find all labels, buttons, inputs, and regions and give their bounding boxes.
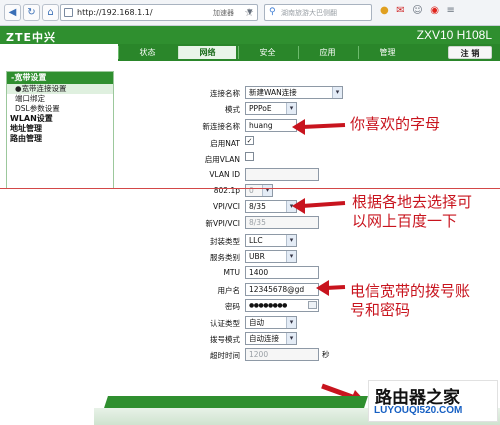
label-enable-nat: 启用NAT (210, 139, 240, 148)
vlan-id-input[interactable] (245, 168, 319, 181)
encapsulation-select[interactable]: LLC ▾ (245, 234, 297, 247)
dial-mode-select[interactable]: 自动连接 ▾ (245, 332, 297, 345)
weibo-icon[interactable]: ◉ (430, 5, 439, 16)
watermark-url: LUYOUQI520.COM (374, 405, 463, 416)
annotation-note-account-line2: 号和密码 (350, 301, 411, 319)
label-connection-name: 连接名称 (210, 89, 240, 98)
annotation-divider-line (0, 188, 500, 189)
dropdown-icon[interactable]: ▾ (247, 5, 253, 19)
timeout-unit: 秒 (322, 350, 330, 359)
username-input[interactable]: 12345678@gd (245, 283, 319, 296)
new-connection-name-input[interactable]: huang (245, 119, 297, 132)
enable-nat-checkbox[interactable]: ✓ (245, 136, 254, 145)
tab-management[interactable]: 管理 (358, 46, 416, 59)
page-icon (64, 8, 73, 17)
label-auth-type: 认证类型 (210, 319, 240, 328)
address-bar[interactable]: http://192.168.1.1/ 加速器 ☆ (60, 4, 258, 21)
label-new-connection-name: 新连接名称 (202, 122, 241, 131)
vpi-vci-select[interactable]: 8/35 ▾ (245, 200, 297, 213)
sidebar-item-dsl-params[interactable]: DSL参数设置 (7, 104, 113, 114)
back-icon[interactable]: ◀ (4, 4, 21, 21)
chevron-down-icon: ▾ (286, 235, 296, 246)
chevron-down-icon: ▾ (286, 103, 296, 114)
chevron-down-icon: ▾ (286, 333, 296, 344)
menu-icon[interactable]: ≡ (446, 5, 454, 16)
tab-application[interactable]: 应用 (298, 46, 356, 59)
sidebar-item-broadband-connection[interactable]: ●宽带连接设置 (7, 84, 113, 94)
router-header: ZTE中兴 ZXV10 H108L (0, 26, 500, 44)
chevron-down-icon: ▾ (286, 201, 296, 212)
keyboard-icon[interactable] (308, 301, 317, 309)
sidebar-group-address[interactable]: 地址管理 (7, 124, 113, 134)
label-password: 密码 (225, 302, 240, 311)
annotation-note-vpi-line2: 以网上百度一下 (352, 212, 458, 230)
connection-name-select[interactable]: 新建WAN连接 ▾ (245, 86, 343, 99)
tab-security[interactable]: 安全 (238, 46, 296, 59)
mode-select[interactable]: PPPoE ▾ (245, 102, 297, 115)
label-enable-vlan: 启用VLAN (204, 155, 240, 164)
sidebar-group-wlan[interactable]: WLAN设置 (7, 114, 113, 124)
zte-logo: ZTE中兴 (6, 31, 56, 44)
chevron-down-icon: ▾ (262, 185, 272, 196)
timeout-input[interactable]: 1200 (245, 348, 319, 361)
search-input[interactable]: ⚲ 湖南旅游大巴侧翻 (264, 4, 372, 21)
auth-type-select[interactable]: 自动 ▾ (245, 316, 297, 329)
toolbar-icons: ● ✉ ☺ ◉ ≡ (380, 5, 498, 21)
sidebar-group-routing[interactable]: 路由管理 (7, 134, 113, 144)
sidebar-heading[interactable]: -宽带设置 (7, 72, 113, 84)
enable-vlan-checkbox[interactable] (245, 152, 254, 161)
main-nav: 状态 网络 安全 应用 管理 注 销 (118, 44, 500, 61)
sidebar-item-port-binding[interactable]: 端口绑定 (7, 94, 113, 104)
label-timeout: 超时时间 (210, 351, 240, 360)
arrow-to-username (316, 280, 346, 296)
label-mode: 模式 (225, 105, 240, 114)
label-8021p: 802.1p (213, 186, 240, 195)
label-mtu: MTU (223, 268, 240, 277)
logout-button[interactable]: 注 销 (448, 46, 492, 59)
label-new-vpi-vci: 新VPI/VCI (205, 219, 240, 228)
label-service-class: 服务类别 (210, 253, 240, 262)
chevron-down-icon: ▾ (286, 251, 296, 262)
user-icon[interactable]: ☺ (412, 5, 422, 16)
annotation-note-vpi-line1: 根据各地去选择可 (352, 193, 473, 211)
url-text: http://192.168.1.1/ (77, 8, 153, 17)
arrow-to-connection-name (292, 119, 346, 135)
tab-network[interactable]: 网络 (178, 46, 236, 59)
search-icon[interactable]: ● (380, 5, 389, 16)
search-icon: ⚲ (269, 7, 276, 17)
annotation-note-account-line1: 电信宽带的拨号账 (350, 282, 471, 300)
label-vpi-vci: VPI/VCI (213, 202, 240, 211)
annotation-note-name: 你喜欢的字母 (350, 115, 441, 133)
browser-toolbar: ◀ ↻ ⌂ http://192.168.1.1/ 加速器 ☆ ▾ ⚲ 湖南旅游… (0, 0, 500, 26)
home-icon[interactable]: ⌂ (42, 4, 59, 21)
arrow-to-vpi-vci (292, 198, 346, 214)
accelerator-label[interactable]: 加速器 (213, 8, 234, 18)
chevron-down-icon: ▾ (286, 317, 296, 328)
password-input[interactable]: ●●●●●●●● (245, 299, 319, 312)
footer-green-bar (104, 396, 368, 408)
mail-icon[interactable]: ✉ (396, 5, 404, 16)
watermark: 路由器之家 LUYOUQI520.COM (368, 380, 498, 422)
label-username: 用户名 (217, 286, 241, 295)
priority-select[interactable]: 0 ▾ (245, 184, 273, 197)
sidebar: -宽带设置 ●宽带连接设置 端口绑定 DSL参数设置 WLAN设置 地址管理 路… (6, 71, 114, 189)
label-encapsulation: 封装类型 (210, 237, 240, 246)
label-dial-mode: 拨号模式 (210, 335, 240, 344)
tab-status[interactable]: 状态 (118, 46, 176, 59)
mtu-input[interactable]: 1400 (245, 266, 319, 279)
search-placeholder: 湖南旅游大巴侧翻 (281, 9, 337, 17)
label-vlan-id: VLAN ID (209, 170, 240, 179)
model-name: ZXV10 H108L (416, 28, 492, 42)
new-vpi-vci-input[interactable]: 8/35 (245, 216, 319, 229)
service-class-select[interactable]: UBR ▾ (245, 250, 297, 263)
refresh-icon[interactable]: ↻ (23, 4, 40, 21)
chevron-down-icon: ▾ (332, 87, 342, 98)
